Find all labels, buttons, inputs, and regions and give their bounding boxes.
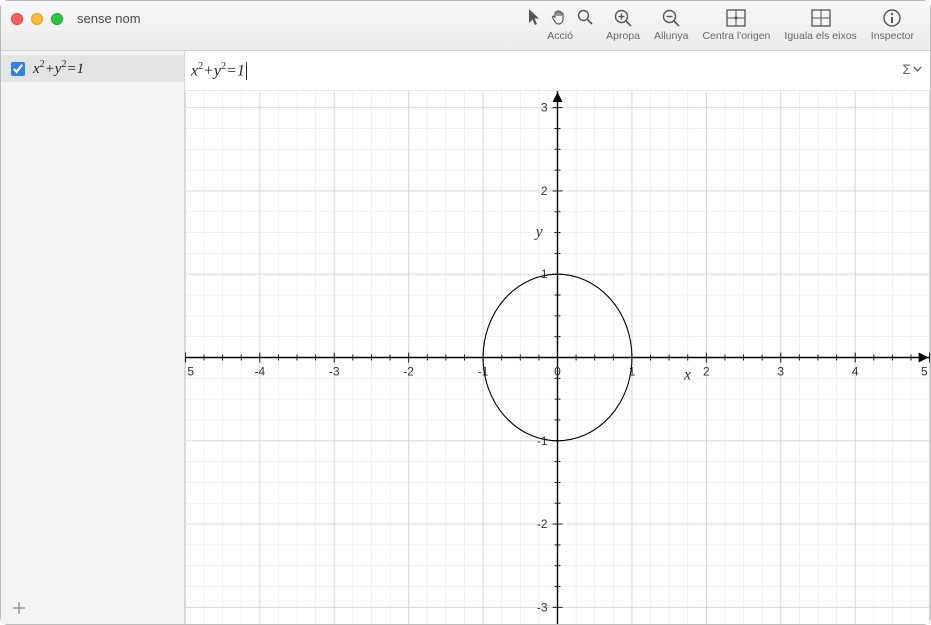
toolbar: Acció Apropa Allunya Centra l'origen Igu <box>522 1 920 42</box>
svg-text:y: y <box>534 224 544 241</box>
svg-text:3: 3 <box>777 364 784 378</box>
svg-text:1: 1 <box>541 267 548 281</box>
equation-enable-checkbox[interactable] <box>11 62 25 76</box>
add-equation-button[interactable] <box>9 598 29 618</box>
equalize-axes-button[interactable]: Iguala els eixos <box>778 5 862 42</box>
svg-text:2: 2 <box>541 184 548 198</box>
svg-text:-3: -3 <box>329 364 340 378</box>
window-title: sense nom <box>77 1 141 26</box>
titlebar: sense nom Acció Apropa <box>1 1 930 51</box>
chevron-down-icon <box>913 66 922 72</box>
equation-list-item[interactable]: x2+y2=1 <box>1 55 184 82</box>
zoom-out-icon <box>661 8 681 28</box>
svg-text:2: 2 <box>703 364 710 378</box>
info-icon <box>882 8 902 28</box>
equation-text: x2+y2=1 <box>33 59 84 78</box>
center-origin-icon <box>725 8 747 28</box>
inspector-button[interactable]: Inspector <box>865 5 920 42</box>
svg-text:4: 4 <box>852 364 859 378</box>
svg-text:-3: -3 <box>537 600 548 614</box>
hand-icon[interactable] <box>550 8 568 29</box>
svg-text:x: x <box>683 366 691 383</box>
zoom-in-icon <box>613 8 633 28</box>
close-window-button[interactable] <box>11 13 23 25</box>
formula-text: x2+y2=1 <box>191 61 245 80</box>
magnify-icon[interactable] <box>576 8 594 29</box>
svg-text:-2: -2 <box>537 517 548 531</box>
text-caret <box>246 62 247 80</box>
content-area: x2+y2=1 Σ -4-3-2-101234-3-2-112355xy <box>185 51 930 624</box>
plus-icon <box>11 600 27 616</box>
svg-text:-2: -2 <box>403 364 414 378</box>
sidebar: x2+y2=1 <box>1 51 185 624</box>
equalize-axes-icon <box>810 8 832 28</box>
zoom-in-button[interactable]: Apropa <box>600 5 646 42</box>
center-origin-button[interactable]: Centra l'origen <box>696 5 776 42</box>
sigma-menu-button[interactable]: Σ <box>902 61 922 77</box>
graph-svg: -4-3-2-101234-3-2-112355xy <box>185 91 930 624</box>
svg-text:3: 3 <box>541 101 548 115</box>
pointer-icon[interactable] <box>526 8 542 29</box>
action-label: Acció <box>547 30 573 42</box>
zoom-out-button[interactable]: Allunya <box>648 5 694 42</box>
main-area: x2+y2=1 x2+y2=1 Σ -4-3-2-101234-3-2-1123… <box>1 51 930 624</box>
window-controls <box>11 1 63 25</box>
svg-text:-4: -4 <box>255 364 266 378</box>
action-tool-cluster: Acció <box>522 5 598 42</box>
svg-text:5: 5 <box>921 364 928 378</box>
formula-bar[interactable]: x2+y2=1 Σ <box>185 51 930 91</box>
svg-text:0: 0 <box>554 364 561 378</box>
zoom-window-button[interactable] <box>51 13 63 25</box>
graph-canvas[interactable]: -4-3-2-101234-3-2-112355xy <box>185 91 930 624</box>
sigma-icon: Σ <box>902 61 911 77</box>
svg-text:5: 5 <box>187 364 194 378</box>
minimize-window-button[interactable] <box>31 13 43 25</box>
svg-text:-1: -1 <box>537 434 548 448</box>
